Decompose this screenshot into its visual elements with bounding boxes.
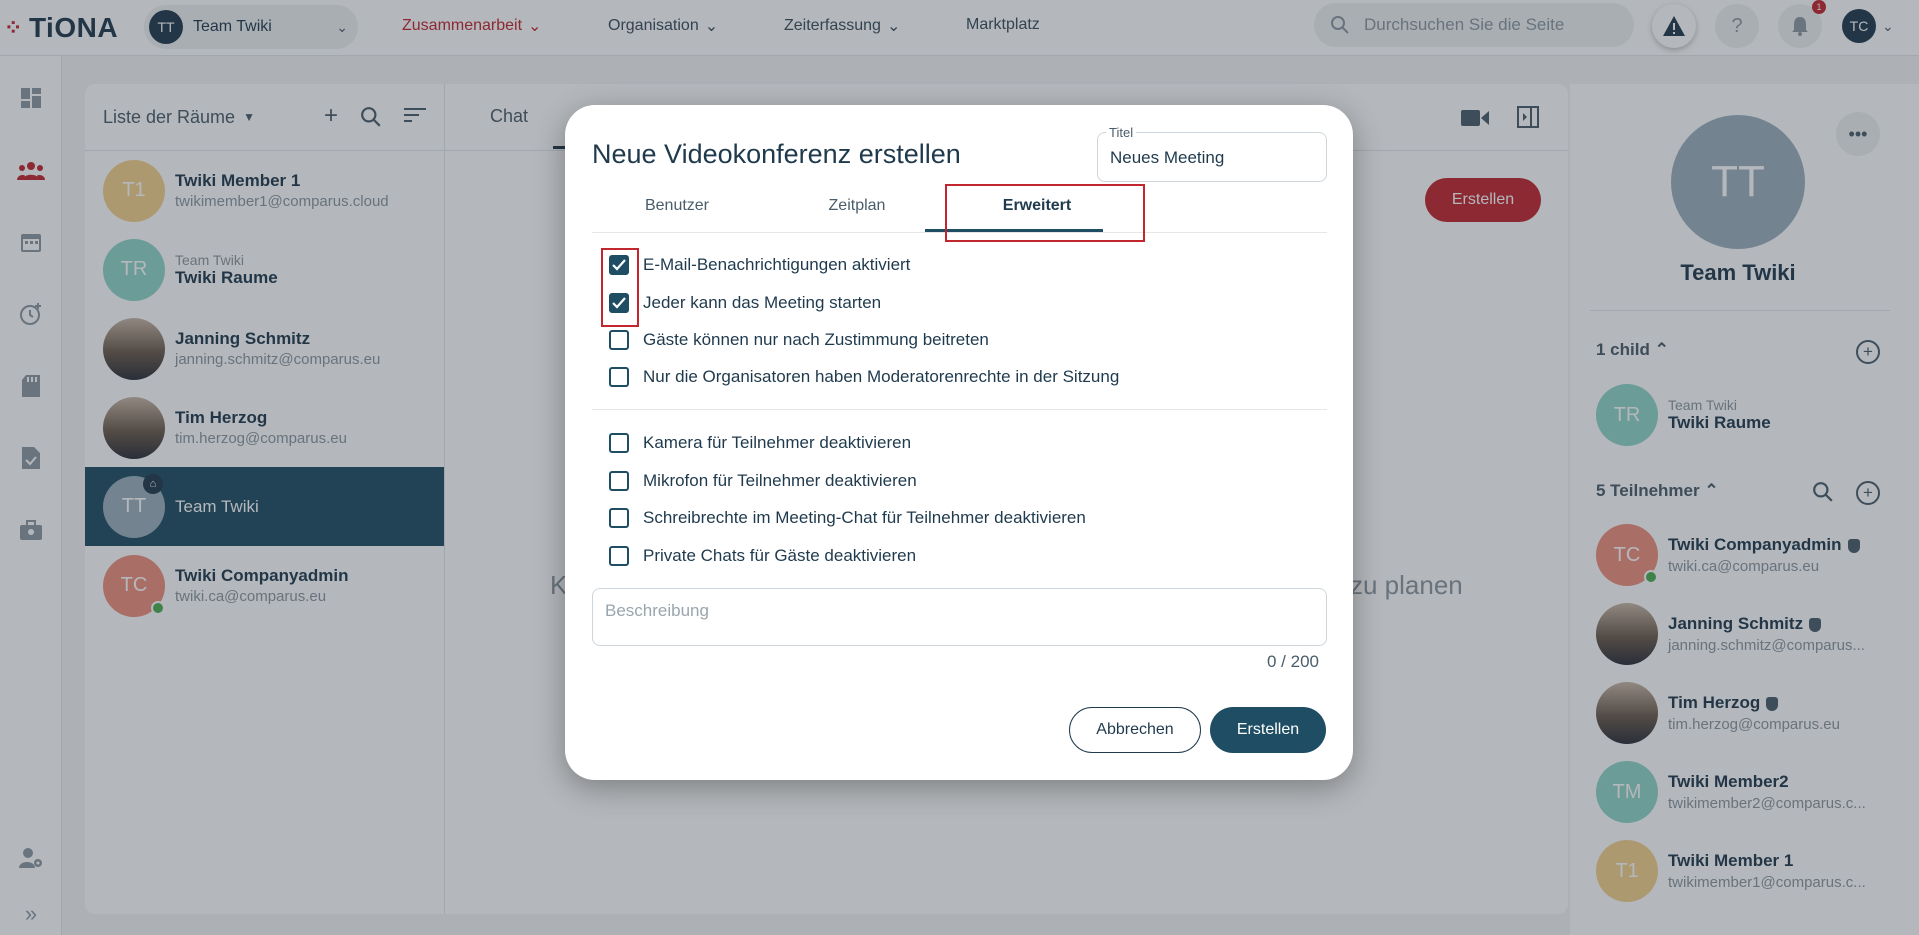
- create-video-conference-dialog: Neue Videokonferenz erstellen Titel Neue…: [565, 105, 1353, 780]
- tab-benutzer[interactable]: Benutzer: [592, 197, 762, 215]
- option-label: Kamera für Teilnehmer deaktivieren: [643, 433, 912, 452]
- option-label: Gäste können nur nach Zustimmung beitret…: [643, 330, 989, 349]
- option-label: Mikrofon für Teilnehmer deaktivieren: [643, 471, 917, 490]
- description-field[interactable]: [592, 588, 1327, 646]
- option-label: Private Chats für Gäste deaktivieren: [643, 546, 917, 565]
- dialog-title: Neue Videokonferenz erstellen: [592, 139, 961, 169]
- checkbox[interactable]: [609, 508, 629, 528]
- highlight-box-checkboxes: [601, 248, 639, 327]
- option-disable-chat-write[interactable]: Schreibrechte im Meeting-Chat für Teilne…: [609, 508, 1086, 528]
- meeting-title-field[interactable]: Titel Neues Meeting: [1097, 125, 1327, 182]
- create-button[interactable]: Erstellen: [1210, 707, 1326, 753]
- checkbox[interactable]: [609, 433, 629, 453]
- option-organizers-moderator[interactable]: Nur die Organisatoren haben Moderatorenr…: [609, 367, 1119, 387]
- option-guests-approval[interactable]: Gäste können nur nach Zustimmung beitret…: [609, 330, 989, 350]
- option-disable-private-chats[interactable]: Private Chats für Gäste deaktivieren: [609, 546, 916, 566]
- cancel-button[interactable]: Abbrechen: [1069, 707, 1201, 753]
- highlight-box-tab: [945, 184, 1145, 242]
- checkbox[interactable]: [609, 546, 629, 566]
- checkbox[interactable]: [609, 471, 629, 491]
- option-label: Jeder kann das Meeting starten: [643, 293, 882, 312]
- option-label: Nur die Organisatoren haben Moderatorenr…: [643, 367, 1120, 386]
- options-divider: [592, 409, 1327, 410]
- description-counter: 0 / 200: [1267, 652, 1319, 671]
- checkbox[interactable]: [609, 330, 629, 350]
- option-label: Schreibrechte im Meeting-Chat für Teilne…: [643, 508, 1086, 527]
- option-anyone-can-start[interactable]: Jeder kann das Meeting starten: [609, 293, 881, 313]
- option-disable-camera[interactable]: Kamera für Teilnehmer deaktivieren: [609, 433, 911, 453]
- option-disable-microphone[interactable]: Mikrofon für Teilnehmer deaktivieren: [609, 471, 917, 491]
- tab-zeitplan[interactable]: Zeitplan: [772, 197, 942, 215]
- description-input[interactable]: [593, 589, 1326, 645]
- checkbox[interactable]: [609, 367, 629, 387]
- title-field-value: Neues Meeting: [1110, 148, 1225, 167]
- title-field-label: Titel: [1106, 125, 1137, 140]
- option-label: E-Mail-Benachrichtigungen aktiviert: [643, 255, 911, 274]
- option-email-notifications[interactable]: E-Mail-Benachrichtigungen aktiviert: [609, 255, 910, 275]
